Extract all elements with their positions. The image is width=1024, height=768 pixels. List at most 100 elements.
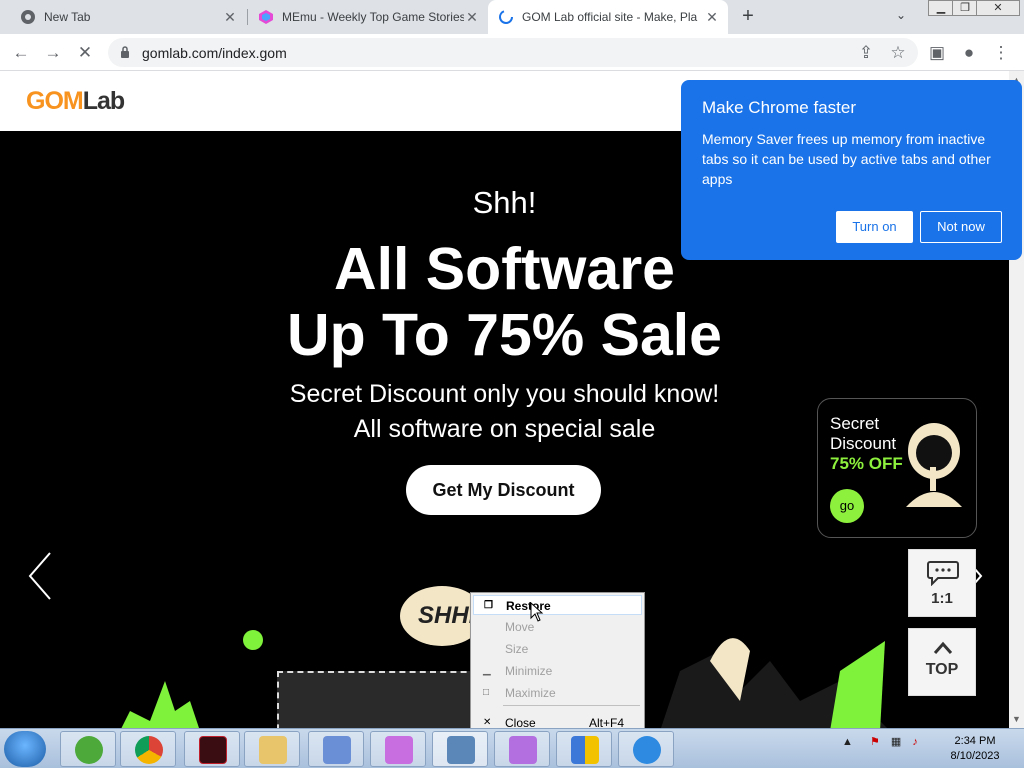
mouse-cursor-icon [530, 602, 544, 622]
logo-lab: Lab [82, 87, 125, 115]
menu-icon[interactable]: ⋮ [990, 42, 1012, 64]
tab-new-tab[interactable]: New Tab ✕ [0, 0, 246, 34]
url-text: gomlab.com/index.gom [142, 45, 287, 61]
memu-multi-icon [509, 736, 537, 764]
get-discount-button[interactable]: Get My Discount [406, 465, 601, 515]
window-system-menu: ❐ Restore Move Size ▁ Minimize □ Maximiz… [470, 592, 645, 732]
menu-item-label: Move [505, 620, 535, 634]
folder-icon [259, 736, 287, 764]
new-tab-button[interactable]: + [738, 6, 758, 27]
back-icon[interactable]: ← [10, 42, 32, 64]
network-computer-icon [447, 736, 475, 764]
top-label: TOP [925, 661, 959, 678]
promo-go-button[interactable]: go [830, 489, 864, 523]
promo-title: Secret Discount [830, 414, 896, 454]
close-tab-icon[interactable]: ✕ [704, 9, 720, 26]
taskbar-chrome[interactable] [120, 731, 176, 767]
tab-memu[interactable]: MEmu - Weekly Top Game Stories ✕ [248, 0, 488, 34]
browser-toolbar: ← → ✕ gomlab.com/index.gom ⇪ ☆ ▣ ● ⋮ [0, 34, 1024, 71]
start-button[interactable] [4, 731, 46, 767]
internet-explorer-icon [633, 736, 661, 764]
restore-window-button[interactable]: ❐ [952, 0, 978, 16]
headline-line2: Up To 75% Sale [287, 302, 722, 368]
taskbar-explorer[interactable] [244, 731, 300, 767]
taskbar-app-red[interactable] [184, 731, 240, 767]
address-bar[interactable]: gomlab.com/index.gom [108, 38, 918, 67]
monkey-shh-icon [906, 423, 962, 507]
memu-icon [259, 10, 273, 24]
windows-taskbar: ▲ ⚑ ▦ ♪ 2:34 PM 8/10/2023 [0, 728, 1024, 768]
minimize-window-button[interactable]: ▁ [928, 0, 954, 16]
menu-item-restore[interactable]: ❐ Restore [473, 595, 642, 615]
slider-prev-icon[interactable] [26, 551, 56, 601]
promo-line1: Secret [830, 414, 880, 433]
dashed-image-frame [277, 671, 487, 728]
taskbar-clock[interactable]: 2:34 PM 8/10/2023 [940, 734, 1010, 764]
chrome-icon [135, 736, 163, 764]
clock-time: 2:34 PM [954, 735, 996, 747]
tab-title: MEmu - Weekly Top Game Stories [282, 10, 464, 24]
close-tab-icon[interactable]: ✕ [222, 9, 238, 26]
chat-1on1-button[interactable]: 1:1 [908, 549, 976, 617]
tab-strip: New Tab ✕ MEmu - Weekly Top Game Stories… [0, 0, 1024, 34]
share-icon[interactable]: ⇪ [855, 42, 877, 64]
infinity-icon [323, 736, 351, 764]
taskbar-memu-multi[interactable] [494, 731, 550, 767]
menu-item-label: Minimize [505, 664, 553, 678]
taskbar-network-app[interactable] [432, 731, 488, 767]
tab-gomlab[interactable]: GOM Lab official site - Make, Pla ✕ [488, 0, 728, 34]
bubble-title: Make Chrome faster [702, 98, 856, 117]
menu-item-move[interactable]: Move [473, 617, 642, 637]
green-splash-left [121, 681, 199, 728]
menu-item-label: Size [505, 642, 529, 656]
taskbar-infinity-app[interactable] [308, 731, 364, 767]
not-now-button[interactable]: Not now [920, 211, 1002, 243]
scroll-top-button[interactable]: TOP [908, 628, 976, 696]
gomlab-logo[interactable]: GOMLab [26, 87, 125, 116]
side-panel-icon[interactable]: ▣ [926, 42, 948, 64]
taskbar-ie[interactable] [618, 731, 674, 767]
stop-icon[interactable]: ✕ [74, 42, 96, 64]
bubble-message: Memory Saver frees up memory from inacti… [702, 131, 991, 187]
forward-icon[interactable]: → [42, 42, 64, 64]
chevron-up-icon [933, 641, 953, 654]
lock-icon [121, 46, 129, 58]
taskbar-utorrent[interactable] [60, 731, 116, 767]
loading-spinner-icon [499, 10, 513, 24]
volume-muted-icon[interactable]: ♪ [912, 736, 918, 748]
action-center-icon[interactable]: ⚑ [870, 736, 880, 748]
menu-separator [503, 705, 640, 706]
chrome-icon [21, 10, 35, 24]
secret-discount-card[interactable]: Secret Discount 75% OFF go [817, 398, 977, 538]
logo-gom: GOM [26, 87, 84, 115]
profile-icon[interactable]: ● [958, 42, 980, 64]
menu-item-maximize[interactable]: □ Maximize [473, 683, 642, 703]
chat-label: 1:1 [931, 590, 953, 607]
tray-expand-icon[interactable]: ▲ [842, 736, 853, 748]
clock-date: 8/10/2023 [950, 750, 1000, 762]
promo-line2: Discount [830, 434, 897, 453]
chat-bubble-icon [927, 561, 959, 586]
taskbar-security[interactable] [556, 731, 612, 767]
close-tab-icon[interactable]: ✕ [464, 9, 480, 26]
green-paint-dot [243, 630, 263, 650]
tab-search-icon[interactable]: ⌄ [896, 8, 906, 22]
taskbar-memu[interactable] [370, 731, 426, 767]
menu-item-size[interactable]: Size [473, 639, 642, 659]
restore-icon: ❐ [484, 600, 493, 611]
close-window-button[interactable]: ✕ [976, 0, 1020, 16]
maximize-icon: □ [483, 687, 490, 698]
memory-saver-bubble: Make Chrome faster Memory Saver frees up… [681, 80, 1022, 260]
red-triangle-app-icon [199, 736, 227, 764]
screen: New Tab ✕ MEmu - Weekly Top Game Stories… [0, 0, 1024, 768]
tab-title: New Tab [44, 10, 91, 24]
tab-title: GOM Lab official site - Make, Pla [522, 10, 698, 24]
menu-item-label: Maximize [505, 686, 556, 700]
turn-on-button[interactable]: Turn on [836, 211, 913, 243]
bookmark-star-icon[interactable]: ☆ [887, 42, 909, 64]
menu-item-minimize[interactable]: ▁ Minimize [473, 661, 642, 681]
minimize-icon: ▁ [483, 665, 491, 676]
network-icon[interactable]: ▦ [891, 736, 901, 748]
shield-icon [571, 736, 599, 764]
scroll-down-icon[interactable]: ▼ [1012, 714, 1021, 724]
